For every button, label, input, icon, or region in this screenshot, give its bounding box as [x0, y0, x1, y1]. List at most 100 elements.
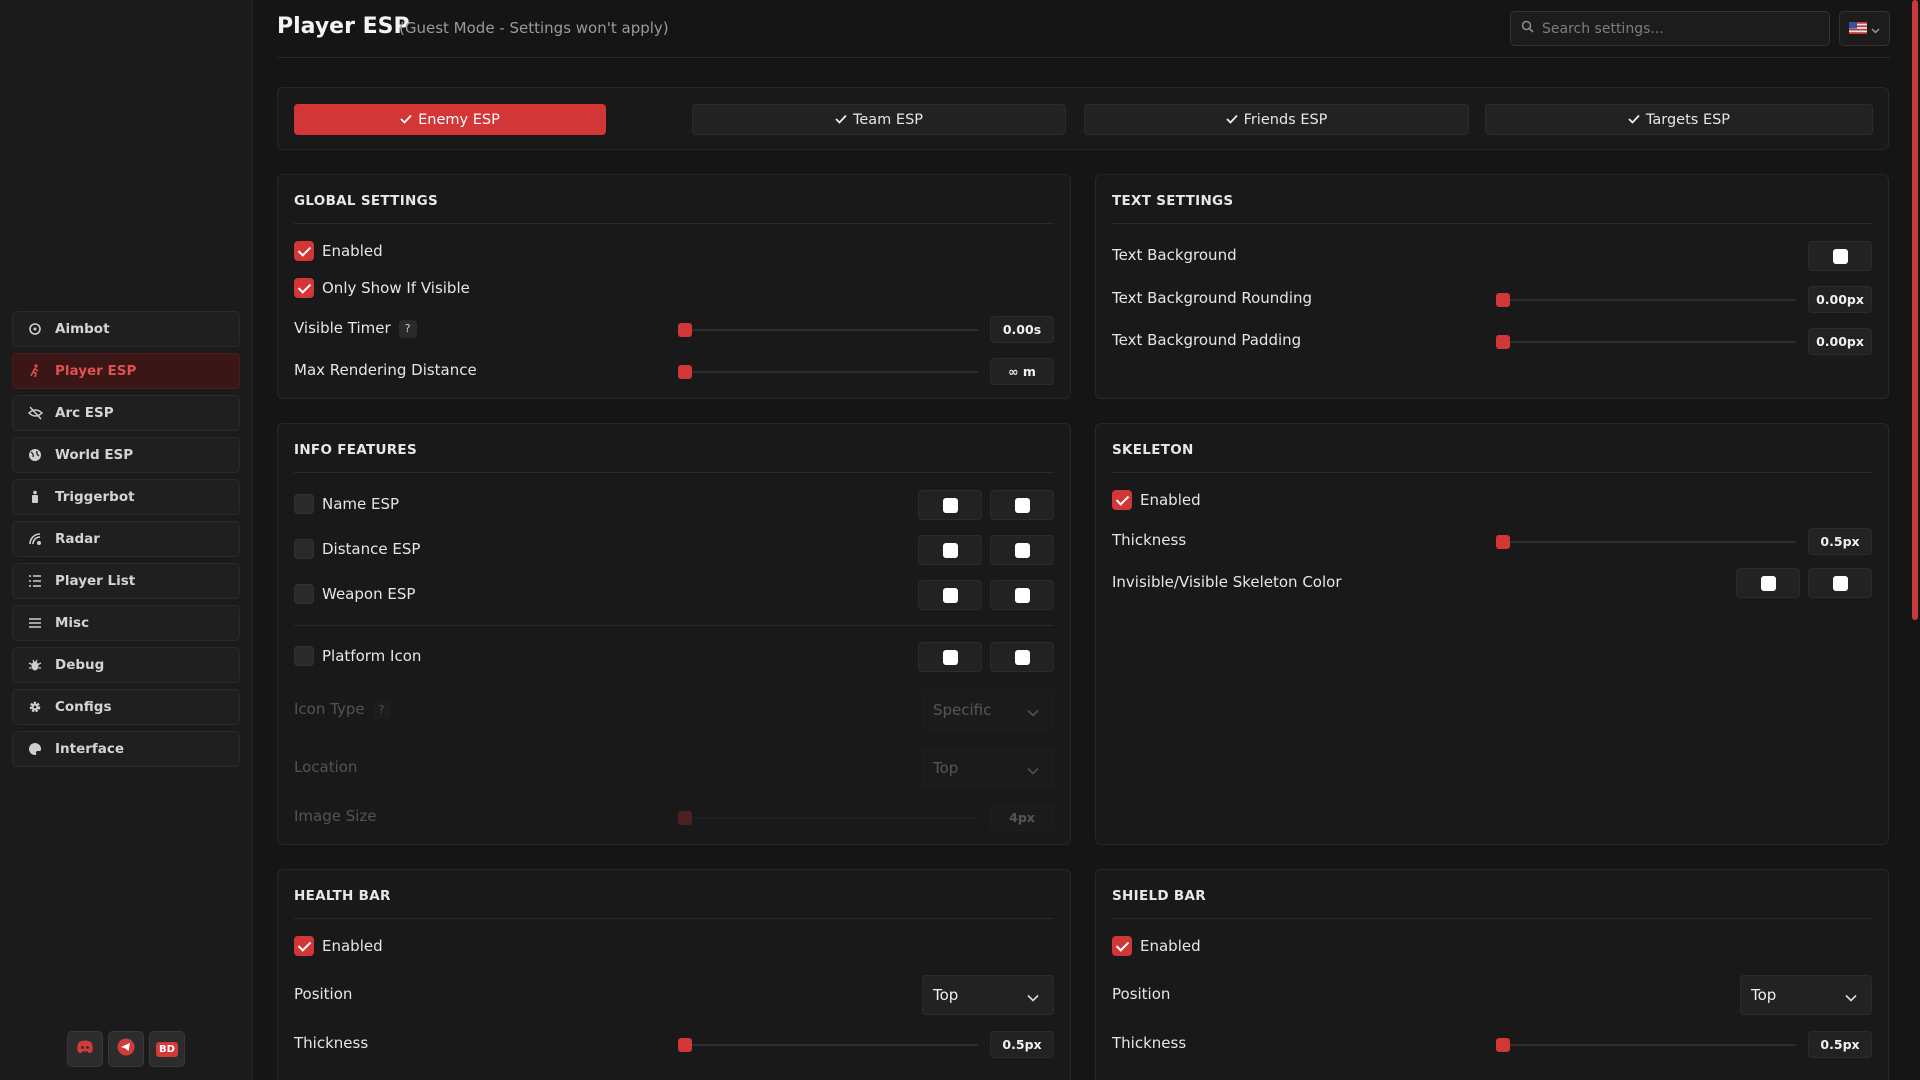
platform-icon-color-invisible[interactable]	[918, 642, 982, 672]
tab-team-esp[interactable]: Team ESP	[692, 104, 1066, 135]
skeleton-color-invisible[interactable]	[1736, 568, 1800, 598]
name-esp-checkbox[interactable]	[294, 494, 314, 514]
bug-icon	[27, 657, 43, 673]
text-rounding-slider[interactable]	[1496, 293, 1796, 307]
sidebar-item-label: Misc	[55, 615, 90, 631]
name-esp-color-invisible[interactable]	[918, 490, 982, 520]
bd-button[interactable]: BD	[149, 1031, 185, 1067]
sidebar-item-misc[interactable]: Misc	[12, 605, 240, 641]
distance-esp-color-invisible[interactable]	[918, 535, 982, 565]
enabled-label: Enabled	[322, 242, 383, 260]
shield-thickness-row: Thickness 0.5px	[1112, 1029, 1872, 1059]
text-rounding-value[interactable]: 0.00px	[1808, 286, 1872, 313]
visible-timer-slider[interactable]	[678, 323, 978, 337]
skeleton-color-row: Invisible/Visible Skeleton Color	[1112, 568, 1872, 598]
sidebar-item-configs[interactable]: Configs	[12, 689, 240, 725]
search-input[interactable]	[1542, 20, 1822, 37]
weapon-esp-color-invisible[interactable]	[918, 580, 982, 610]
enabled-row: Enabled	[294, 237, 1054, 267]
divider	[294, 472, 1054, 473]
max-distance-slider[interactable]	[678, 365, 978, 379]
weapon-esp-checkbox[interactable]	[294, 584, 314, 604]
skeleton-color-visible[interactable]	[1808, 568, 1872, 598]
max-distance-label: Max Rendering Distance	[294, 361, 477, 379]
sidebar-item-radar[interactable]: Radar	[12, 521, 240, 557]
sidebar-item-world-esp[interactable]: World ESP	[12, 437, 240, 473]
slider-handle[interactable]	[678, 811, 692, 825]
weapon-esp-color-visible[interactable]	[990, 580, 1054, 610]
visible-timer-value[interactable]: 0.00s	[990, 316, 1054, 343]
sidebar-item-debug[interactable]: Debug	[12, 647, 240, 683]
platform-icon-checkbox[interactable]	[294, 646, 314, 666]
text-padding-slider[interactable]	[1496, 335, 1796, 349]
discord-button[interactable]	[67, 1031, 103, 1067]
health-thickness-slider[interactable]	[678, 1038, 978, 1052]
health-position-select[interactable]: Top	[922, 975, 1054, 1015]
health-thickness-row: Thickness 0.5px	[294, 1029, 1054, 1059]
health-position-row: Position Top	[294, 975, 1054, 1015]
max-distance-value[interactable]: ∞ m	[990, 358, 1054, 385]
name-esp-row: Name ESP	[294, 490, 1054, 520]
skeleton-color-label: Invisible/Visible Skeleton Color	[1112, 573, 1342, 591]
crosshair-icon	[27, 321, 43, 337]
enabled-checkbox[interactable]	[294, 241, 314, 261]
help-button[interactable]: ?	[398, 319, 417, 338]
tab-enemy-esp[interactable]: Enemy ESP	[294, 104, 606, 135]
bd-icon: BD	[156, 1041, 178, 1057]
skeleton-enabled-row: Enabled	[1112, 486, 1872, 516]
shield-enabled-checkbox[interactable]	[1112, 936, 1132, 956]
shield-position-select[interactable]: Top	[1740, 975, 1872, 1015]
text-background-color-button[interactable]	[1808, 241, 1872, 271]
skeleton-panel: SKELETON Enabled Thickness 0.5px Invisib…	[1095, 423, 1889, 845]
esp-tabs: Enemy ESP Team ESP Friends ESP Targets E…	[277, 87, 1889, 150]
skeleton-thickness-value[interactable]: 0.5px	[1808, 528, 1872, 555]
image-size-value[interactable]: 4px	[990, 804, 1054, 831]
sidebar-item-interface[interactable]: Interface	[12, 731, 240, 767]
image-size-slider[interactable]	[678, 811, 978, 825]
scrollbar-thumb[interactable]	[1912, 0, 1918, 620]
tab-label: Enemy ESP	[418, 111, 500, 128]
distance-esp-color-visible[interactable]	[990, 535, 1054, 565]
shield-thickness-slider[interactable]	[1496, 1038, 1796, 1052]
page-subtitle: (Guest Mode - Settings won't apply)	[399, 19, 669, 37]
shield-enabled-label: Enabled	[1140, 937, 1201, 955]
help-button[interactable]: ?	[372, 700, 391, 719]
name-esp-color-visible[interactable]	[990, 490, 1054, 520]
slider-handle[interactable]	[678, 1038, 692, 1052]
global-settings-panel: GLOBAL SETTINGS Enabled Only Show If Vis…	[277, 174, 1071, 399]
language-selector[interactable]	[1839, 11, 1890, 46]
icon-type-row: Icon Type? Specific	[294, 690, 1054, 730]
health-enabled-checkbox[interactable]	[294, 936, 314, 956]
slider-handle[interactable]	[1496, 293, 1510, 307]
tab-friends-esp[interactable]: Friends ESP	[1084, 104, 1469, 135]
sidebar-item-triggerbot[interactable]: Triggerbot	[12, 479, 240, 515]
health-thickness-value[interactable]: 0.5px	[990, 1031, 1054, 1058]
sidebar-item-aimbot[interactable]: Aimbot	[12, 311, 240, 347]
search-box	[1510, 11, 1830, 46]
skeleton-thickness-slider[interactable]	[1496, 535, 1796, 549]
slider-handle[interactable]	[1496, 335, 1510, 349]
location-select[interactable]: Top	[922, 748, 1054, 788]
slider-handle[interactable]	[678, 323, 692, 337]
icon-type-select[interactable]: Specific	[922, 690, 1054, 730]
health-thickness-label: Thickness	[294, 1034, 369, 1052]
sidebar-item-arc-esp[interactable]: Arc ESP	[12, 395, 240, 431]
visible-timer-label-wrap: Visible Timer?	[294, 319, 417, 338]
only-visible-checkbox[interactable]	[294, 278, 314, 298]
skeleton-enabled-checkbox[interactable]	[1112, 490, 1132, 510]
sidebar-item-player-list[interactable]: Player List	[12, 563, 240, 599]
shield-thickness-value[interactable]: 0.5px	[1808, 1031, 1872, 1058]
section-title: SHIELD BAR	[1112, 888, 1206, 904]
sidebar-item-player-esp[interactable]: Player ESP	[12, 353, 240, 389]
platform-icon-color-visible[interactable]	[990, 642, 1054, 672]
telegram-button[interactable]	[108, 1031, 144, 1067]
distance-esp-checkbox[interactable]	[294, 539, 314, 559]
location-row: Location Top	[294, 748, 1054, 788]
palette-icon	[27, 741, 43, 757]
tab-targets-esp[interactable]: Targets ESP	[1485, 104, 1873, 135]
text-padding-value[interactable]: 0.00px	[1808, 328, 1872, 355]
slider-handle[interactable]	[1496, 1038, 1510, 1052]
slider-handle[interactable]	[678, 365, 692, 379]
section-title: INFO FEATURES	[294, 442, 417, 458]
slider-handle[interactable]	[1496, 535, 1510, 549]
